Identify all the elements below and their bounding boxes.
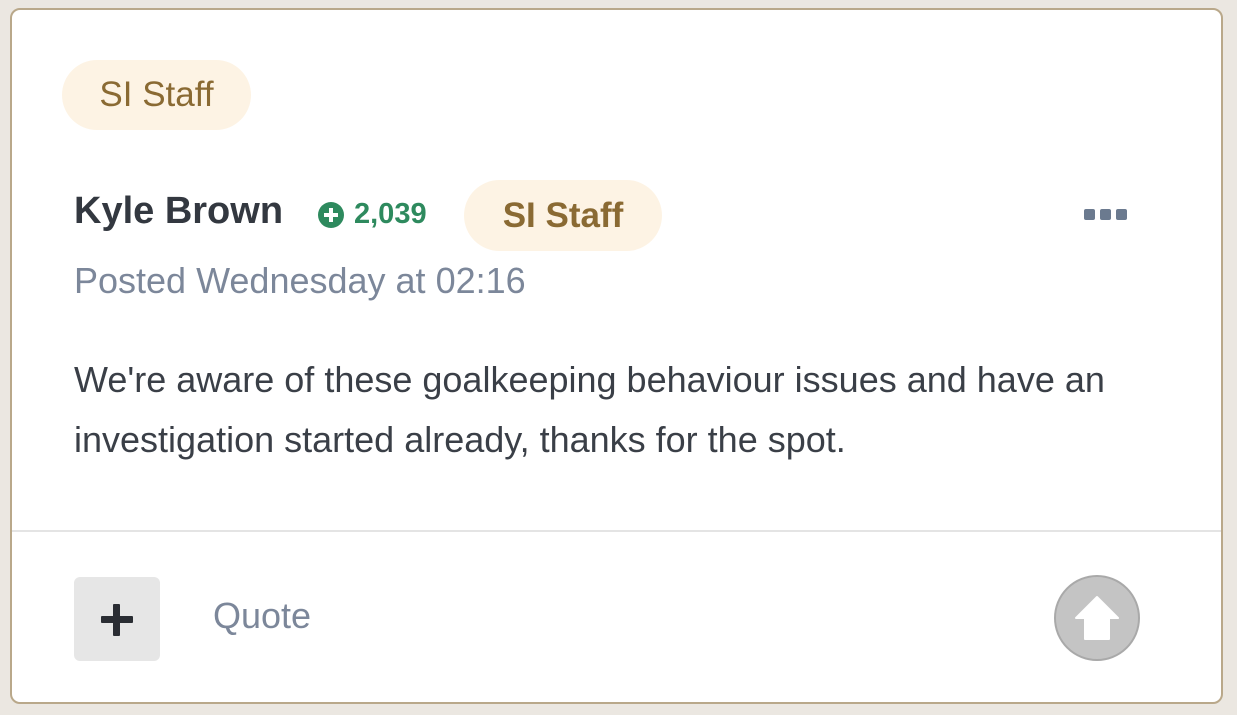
- author-name[interactable]: Kyle Brown: [74, 190, 283, 233]
- post-date[interactable]: Posted Wednesday at 02:16: [74, 260, 526, 302]
- post-card: SI Staff Kyle Brown 2,039 SI Staff Poste…: [10, 8, 1223, 704]
- more-dots-icon: [1083, 208, 1095, 220]
- post-content: We're aware of these goalkeeping behavio…: [74, 359, 1105, 460]
- multiquote-add-button[interactable]: [74, 577, 160, 661]
- author-staff-badge: SI Staff: [464, 180, 662, 251]
- more-dot: [1115, 208, 1127, 220]
- reputation-count: 2,039: [354, 198, 427, 230]
- reputation-badge[interactable]: 2,039: [318, 198, 427, 231]
- quote-button[interactable]: Quote: [213, 595, 311, 637]
- divider: [12, 530, 1221, 532]
- staff-group-badge: SI Staff: [62, 60, 251, 130]
- arrow-up-icon: [1075, 596, 1119, 640]
- plus-circle-icon: [318, 201, 344, 228]
- upvote-button[interactable]: [1054, 575, 1140, 661]
- more-options-button[interactable]: [1070, 196, 1140, 232]
- more-dot: [1099, 208, 1111, 220]
